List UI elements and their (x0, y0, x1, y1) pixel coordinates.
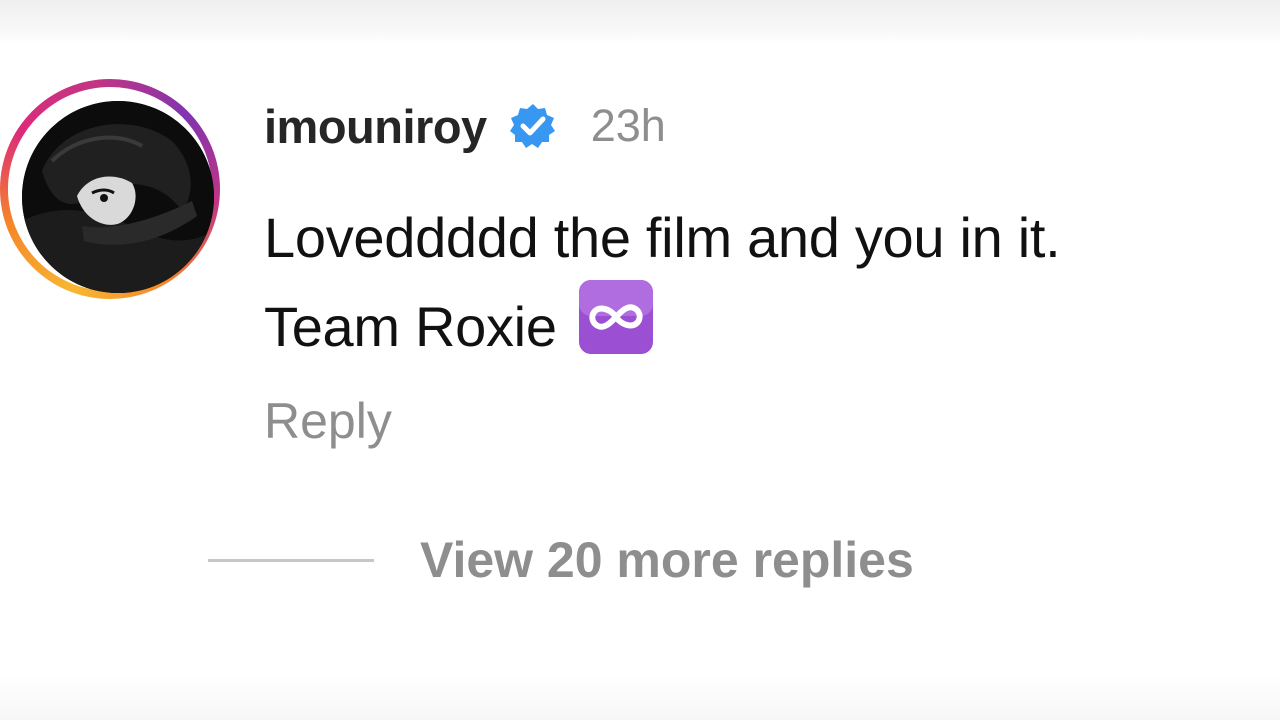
view-more-replies-label[interactable]: View 20 more replies (420, 531, 914, 589)
view-more-replies-button[interactable]: View 20 more replies (208, 528, 914, 592)
comment-line-2-text: Team Roxie (264, 295, 557, 358)
reply-button[interactable]: Reply (264, 392, 392, 450)
infinity-emoji-icon (577, 278, 655, 356)
comment-timestamp: 23h (590, 100, 666, 151)
comment-header: imouniroy 23h (264, 96, 666, 156)
verified-badge-icon (509, 102, 557, 150)
avatar[interactable] (22, 101, 214, 293)
replies-divider (208, 558, 374, 562)
comment-line-2: Team Roxie (264, 278, 1060, 367)
story-ring[interactable] (0, 79, 220, 299)
bottom-fade (0, 676, 1280, 720)
username[interactable]: imouniroy (264, 99, 487, 154)
comment-text: Loveddddd the film and you in it. Team R… (264, 198, 1061, 367)
avatar-photo (22, 101, 214, 293)
top-fade (0, 0, 1280, 44)
comment-screen: imouniroy 23h Loveddddd the film and you… (0, 0, 1280, 720)
comment-line-1: Loveddddd the film and you in it. (264, 206, 1061, 269)
